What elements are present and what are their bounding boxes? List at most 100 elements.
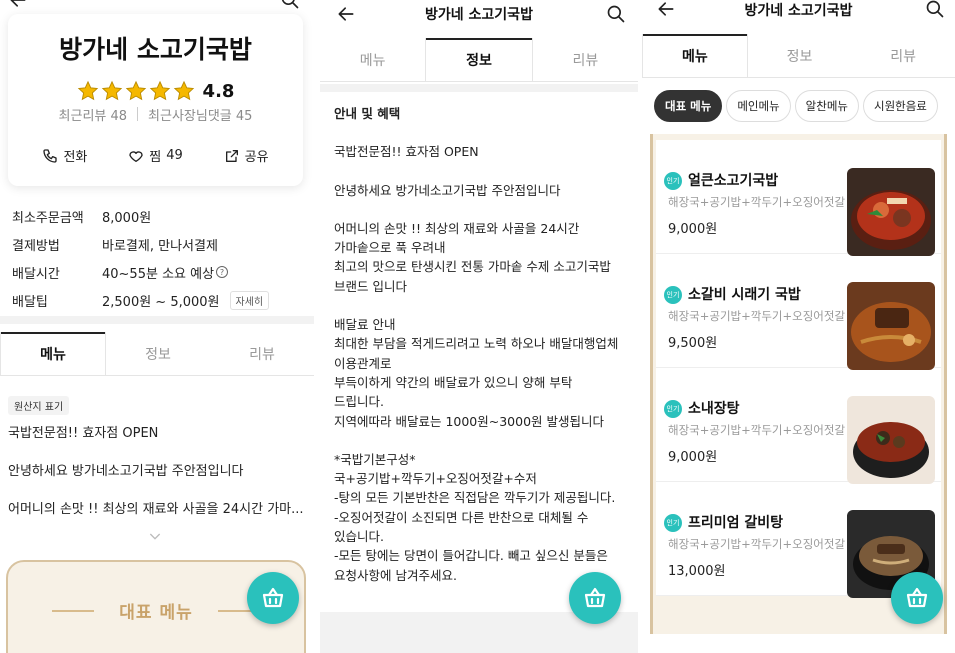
search-icon[interactable]: [278, 0, 302, 12]
chip-drinks[interactable]: 시원한음료: [862, 90, 938, 122]
info-delivery-time: 배달시간 40~55분 소요 예상 ?: [12, 258, 304, 286]
action-row: 전화 찜 49 공유: [8, 146, 303, 165]
chip-value[interactable]: 알찬메뉴: [794, 90, 859, 122]
popular-badge: 인기: [664, 400, 682, 418]
basket-icon: [584, 587, 606, 608]
info-line: 어머니의 손맛 !! 최상의 재료와 사골을 24시간: [334, 220, 580, 236]
recent-reviews[interactable]: 최근리뷰 48: [59, 105, 128, 124]
menu-name: 소내장탕: [688, 401, 740, 417]
menu-photo: [847, 282, 935, 370]
help-icon[interactable]: ?: [216, 266, 229, 278]
tab-menu[interactable]: 메뉴: [642, 34, 748, 77]
tab-bar: 메뉴 정보 리뷰: [642, 34, 955, 78]
like-label: 찜: [149, 150, 162, 165]
header-title: 방가네 소고기국밥: [425, 7, 533, 23]
star-icon: [125, 80, 147, 102]
search-icon[interactable]: [604, 2, 628, 26]
info-line: 국+공기밥+깍두기+오징어젓갈+수저: [334, 471, 537, 487]
chip-main[interactable]: 메인메뉴: [726, 90, 791, 122]
info-content: 안내 및 혜택 국밥전문점!! 효자점 OPEN 안녕하세요 방가네소고기국밥 …: [334, 104, 630, 585]
info-key: 배달팁: [12, 294, 48, 310]
tab-menu[interactable]: 메뉴: [320, 38, 425, 81]
menu-name: 얼큰소고기국밥: [688, 173, 779, 189]
tab-menu[interactable]: 메뉴: [0, 332, 106, 375]
star-icon: [173, 80, 195, 102]
bottom-spacer: [642, 634, 955, 653]
info-delivery-tip: 배달팁 2,500원 ~ 5,000원 자세히: [12, 286, 304, 314]
recent-owner-replies[interactable]: 최근사장님댓글 45: [148, 105, 252, 124]
store-name: 방가네 소고기국밥: [59, 35, 252, 64]
info-line: -모든 탕에는 당면이 들어갑니다. 빼고 싶으신 분들은: [334, 548, 608, 564]
menu-price: 9,000원: [668, 450, 718, 465]
rating-value: 4.8: [202, 80, 235, 102]
info-value: 바로결제, 만나서결제: [102, 238, 218, 254]
call-label: 전화: [63, 150, 88, 165]
info-line: 브랜드 입니다: [334, 278, 407, 294]
cart-button[interactable]: [247, 572, 299, 624]
star-icon: [149, 80, 171, 102]
menu-desc: 해장국+공기밥+깍두기+오징어젓갈: [668, 423, 846, 437]
info-line: 드립니다.: [334, 394, 384, 410]
info-key: 배달시간: [12, 266, 60, 282]
menu-photo: [847, 396, 935, 484]
tab-info[interactable]: 정보: [106, 332, 210, 375]
star-icon: [77, 80, 99, 102]
popular-badge: 인기: [664, 514, 682, 532]
menu-price: 9,000원: [668, 222, 718, 237]
info-line: 이용관계로: [334, 355, 392, 371]
info-payment: 결제방법 바로결제, 만나서결제: [12, 230, 304, 258]
cart-button[interactable]: [569, 572, 621, 624]
notice-line: 국밥전문점!! 효자점 OPEN: [8, 426, 159, 441]
info-line: -탕의 모든 기본반찬은 직접담은 깍두기가 제공됩니다.: [334, 490, 616, 506]
top-bar: [0, 0, 314, 12]
tab-reviews[interactable]: 리뷰: [851, 34, 955, 77]
popular-badge: 인기: [664, 172, 682, 190]
call-button[interactable]: 전화: [42, 146, 87, 165]
info-line: -오징어젓갈이 소진되면 다른 반찬으로 대체될 수: [334, 509, 589, 525]
back-arrow-icon[interactable]: [6, 0, 30, 12]
info-key: 결제방법: [12, 238, 60, 254]
info-line: 안녕하세요 방가네소고기국밥 주안점입니다: [334, 182, 561, 198]
menu-item[interactable]: 인기 소갈비 시래기 국밥 해장국+공기밥+깍두기+오징어젓갈 9,500원: [656, 254, 941, 370]
share-button[interactable]: 공유: [224, 146, 269, 165]
search-icon[interactable]: [923, 0, 947, 21]
tab-reviews[interactable]: 리뷰: [210, 332, 314, 375]
info-line: 지역에따라 배달료는 1000원~3000원 발생됩니다: [334, 413, 605, 429]
like-button[interactable]: 찜 49: [128, 146, 183, 165]
tab-bar: 메뉴 정보 리뷰: [0, 332, 314, 376]
share-label: 공유: [244, 150, 269, 165]
tab-info[interactable]: 정보: [748, 34, 852, 77]
menu-item[interactable]: 인기 소내장탕 해장국+공기밥+깍두기+오징어젓갈 9,000원: [656, 368, 941, 484]
section-divider: [320, 84, 638, 92]
store-menu-panel: 방가네 소고기국밥 메뉴 정보 리뷰 대표 메뉴 메인메뉴 알찬메뉴 시원한음료…: [642, 0, 955, 653]
info-line: 가마솥으로 푹 우려내: [334, 240, 446, 256]
menu-list: 인기 얼큰소고기국밥 해장국+공기밥+깍두기+오징어젓갈 9,000원 인기 소…: [656, 140, 941, 598]
details-button[interactable]: 자세히: [229, 290, 270, 310]
category-chips: 대표 메뉴 메인메뉴 알찬메뉴 시원한음료: [654, 90, 951, 122]
basket-icon: [262, 587, 284, 608]
tab-info[interactable]: 정보: [425, 38, 533, 81]
menu-desc: 해장국+공기밥+깍두기+오징어젓갈: [668, 537, 846, 551]
tab-reviews[interactable]: 리뷰: [533, 38, 638, 81]
chevron-down-icon[interactable]: [147, 528, 163, 544]
notice-line: 어머니의 손맛 !! 최상의 재료와 사골을 24시간 가마...: [8, 502, 304, 517]
rating-row: 4.8: [8, 80, 303, 102]
store-info-panel: 방가네 소고기국밥 메뉴 정보 리뷰 안내 및 혜택 국밥전문점!! 효자점 O…: [320, 0, 638, 653]
info-value: 2,500원 ~ 5,000원: [102, 294, 220, 310]
header: 방가네 소고기국밥: [642, 0, 955, 30]
info-line: 국밥전문점!! 효자점 OPEN: [334, 144, 479, 160]
cart-button[interactable]: [891, 572, 943, 624]
info-value: 8,000원: [102, 210, 152, 226]
info-line: 있습니다.: [334, 529, 384, 545]
origin-label-tag[interactable]: 원산지 표기: [8, 396, 70, 415]
store-notice[interactable]: 국밥전문점!! 효자점 OPEN 안녕하세요 방가네소고기국밥 주안점입니다 어…: [8, 424, 304, 538]
menu-desc: 해장국+공기밥+깍두기+오징어젓갈: [668, 195, 846, 209]
info-line: 최대한 부담을 적게드리려고 노력 하오나 배달대행업체: [334, 336, 619, 352]
menu-photo: [847, 168, 935, 256]
heart-icon: [129, 150, 143, 162]
menu-name: 소갈비 시래기 국밥: [688, 287, 801, 303]
section-title: 안내 및 혜택: [334, 106, 401, 121]
menu-item[interactable]: 인기 얼큰소고기국밥 해장국+공기밥+깍두기+오징어젓갈 9,000원: [656, 140, 941, 256]
chip-featured[interactable]: 대표 메뉴: [654, 90, 723, 122]
section-divider: [0, 316, 314, 324]
